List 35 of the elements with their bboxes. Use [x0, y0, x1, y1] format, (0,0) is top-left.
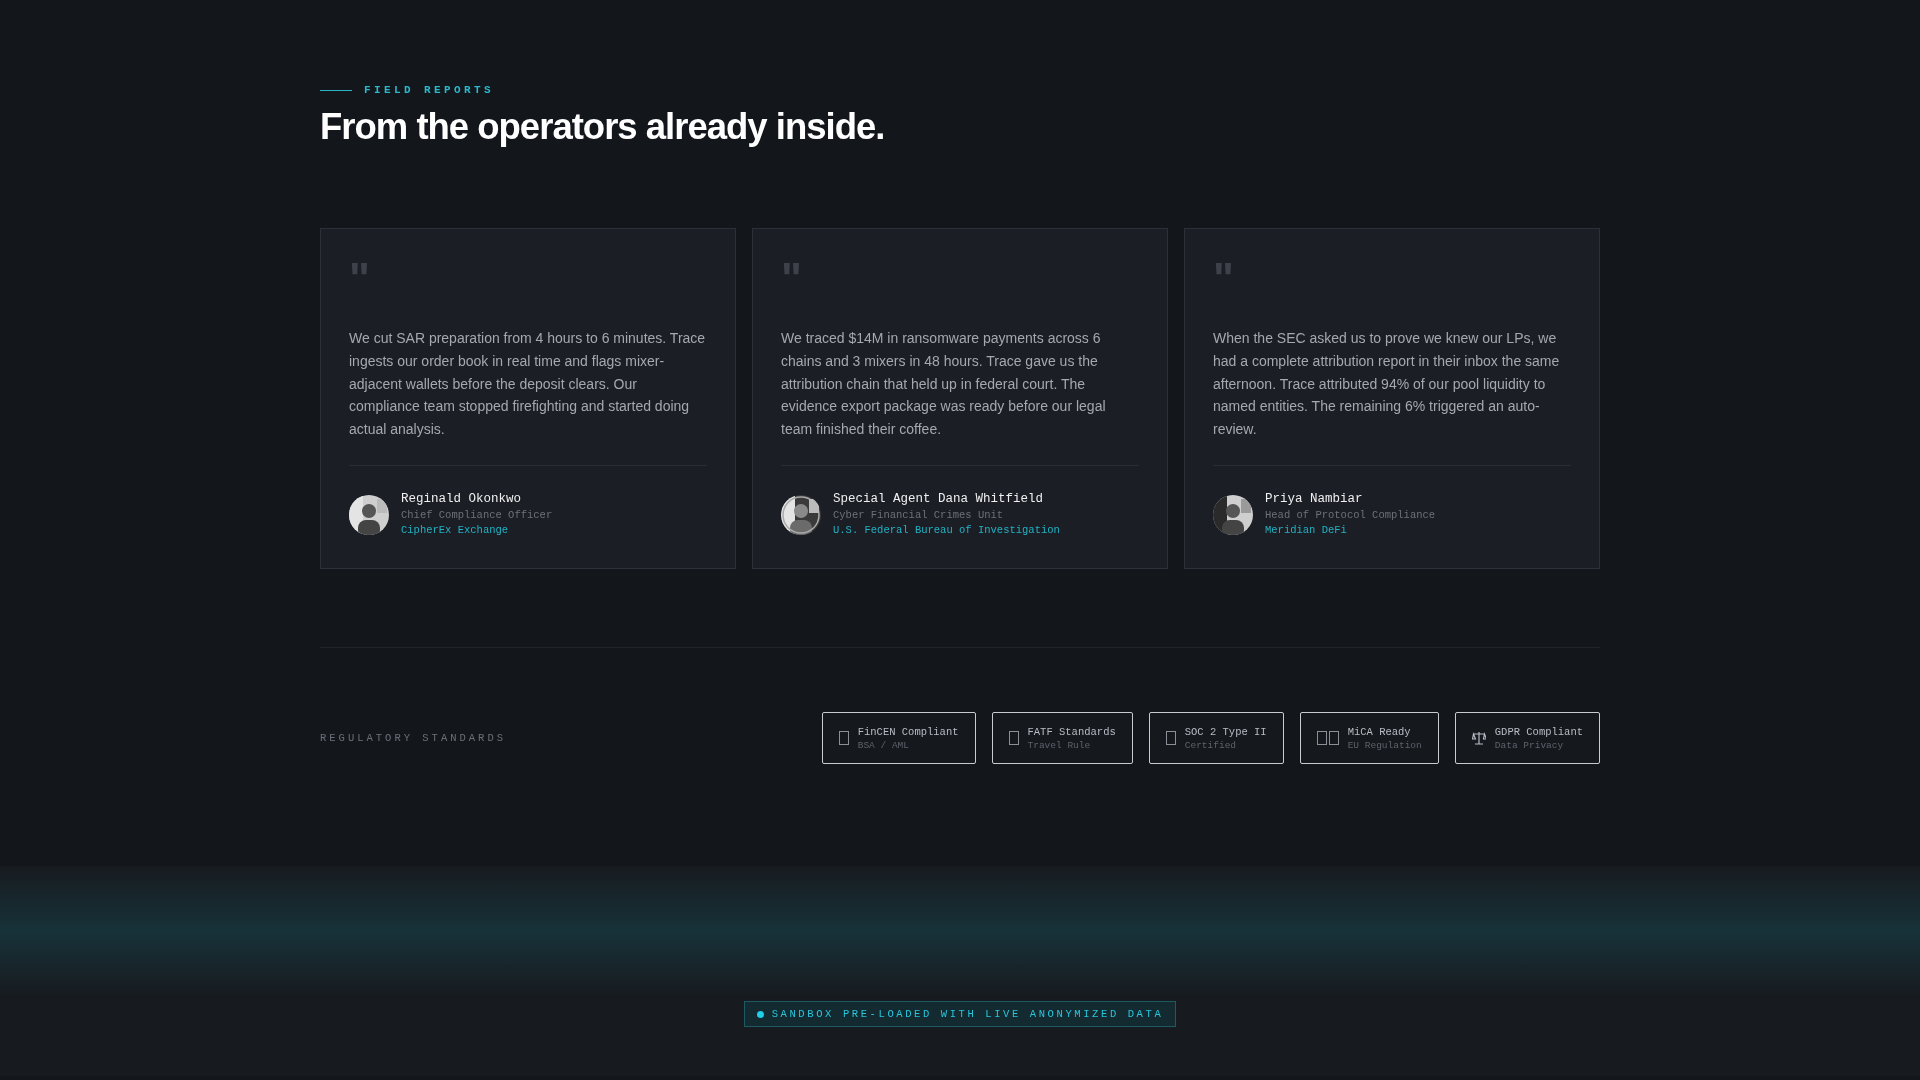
- box-icon: [1165, 731, 1176, 745]
- section-eyebrow: FIELD REPORTS: [364, 84, 494, 96]
- status-dot-icon: [756, 1010, 764, 1018]
- badge-title: SOC 2 Type II: [1184, 724, 1267, 739]
- testimonial-quote: We traced $14M in ransomware payments across 6 chains and 3 mixers in 48 hours. Trace gave us the attribution chain that held up in federal court. The evidence export package was ready before our legal team finished their coffee.: [781, 329, 1107, 440]
- author-organization: U.S. Federal Bureau of Investigation: [833, 523, 1060, 538]
- badge-title: MiCA Ready: [1347, 724, 1412, 739]
- box-icon: [1008, 731, 1019, 745]
- author-name: Special Agent Dana Whitfield: [833, 491, 1045, 508]
- testimonial-quote: We cut SAR preparation from 4 hours to 6 minutes. Trace ingests our order book in real time and flags mixer-adjacent wallets before the deposit clears. Our compliance team stopped firefighting and started doing actual analysis.: [349, 329, 707, 440]
- author-role: Cyber Financial Crimes Unit: [833, 508, 1005, 523]
- author-name: Priya Nambiar: [1265, 491, 1364, 508]
- quote-mark: ": [781, 259, 802, 299]
- section-heading: From the operators already inside.: [320, 106, 886, 148]
- badge-subtitle: Travel Rule: [1027, 738, 1092, 752]
- quote-mark: ": [349, 259, 370, 299]
- testimonial-quote: When the SEC asked us to prove we knew our LPs, we had a complete attribution report in their inbox the same afternoon. Trace attributed 94% of our pool liquidity to named entities. The remaining 6% triggered an auto-review.: [1213, 329, 1561, 440]
- box-icon: [838, 731, 849, 745]
- badge-subtitle: Certified: [1184, 738, 1238, 752]
- author-role: Chief Compliance Officer: [401, 508, 553, 523]
- badge-title: FATF Standards: [1027, 724, 1116, 739]
- author-role: Head of Protocol Compliance: [1265, 508, 1436, 523]
- badge-subtitle: BSA / AML: [857, 738, 910, 752]
- badge-title: FinCEN Compliant: [857, 724, 959, 739]
- box-icon: [1316, 731, 1339, 745]
- badge-title: GDPR Compliant: [1494, 724, 1583, 739]
- sandbox-text: SANDBOX PRE-LOADED WITH LIVE ANONYMIZED DATA: [771, 1008, 1164, 1020]
- badge-subtitle: EU Regulation: [1347, 738, 1422, 752]
- author-organization: CipherEx Exchange: [401, 523, 510, 538]
- scale-icon: [1471, 731, 1486, 745]
- author-organization: Meridian DeFi: [1265, 523, 1348, 538]
- badge-subtitle: Data Privacy: [1494, 738, 1565, 752]
- quote-mark: ": [1213, 259, 1234, 299]
- standards-label: REGULATORY STANDARDS: [320, 732, 507, 744]
- author-name: Reginald Okonkwo: [401, 491, 523, 508]
